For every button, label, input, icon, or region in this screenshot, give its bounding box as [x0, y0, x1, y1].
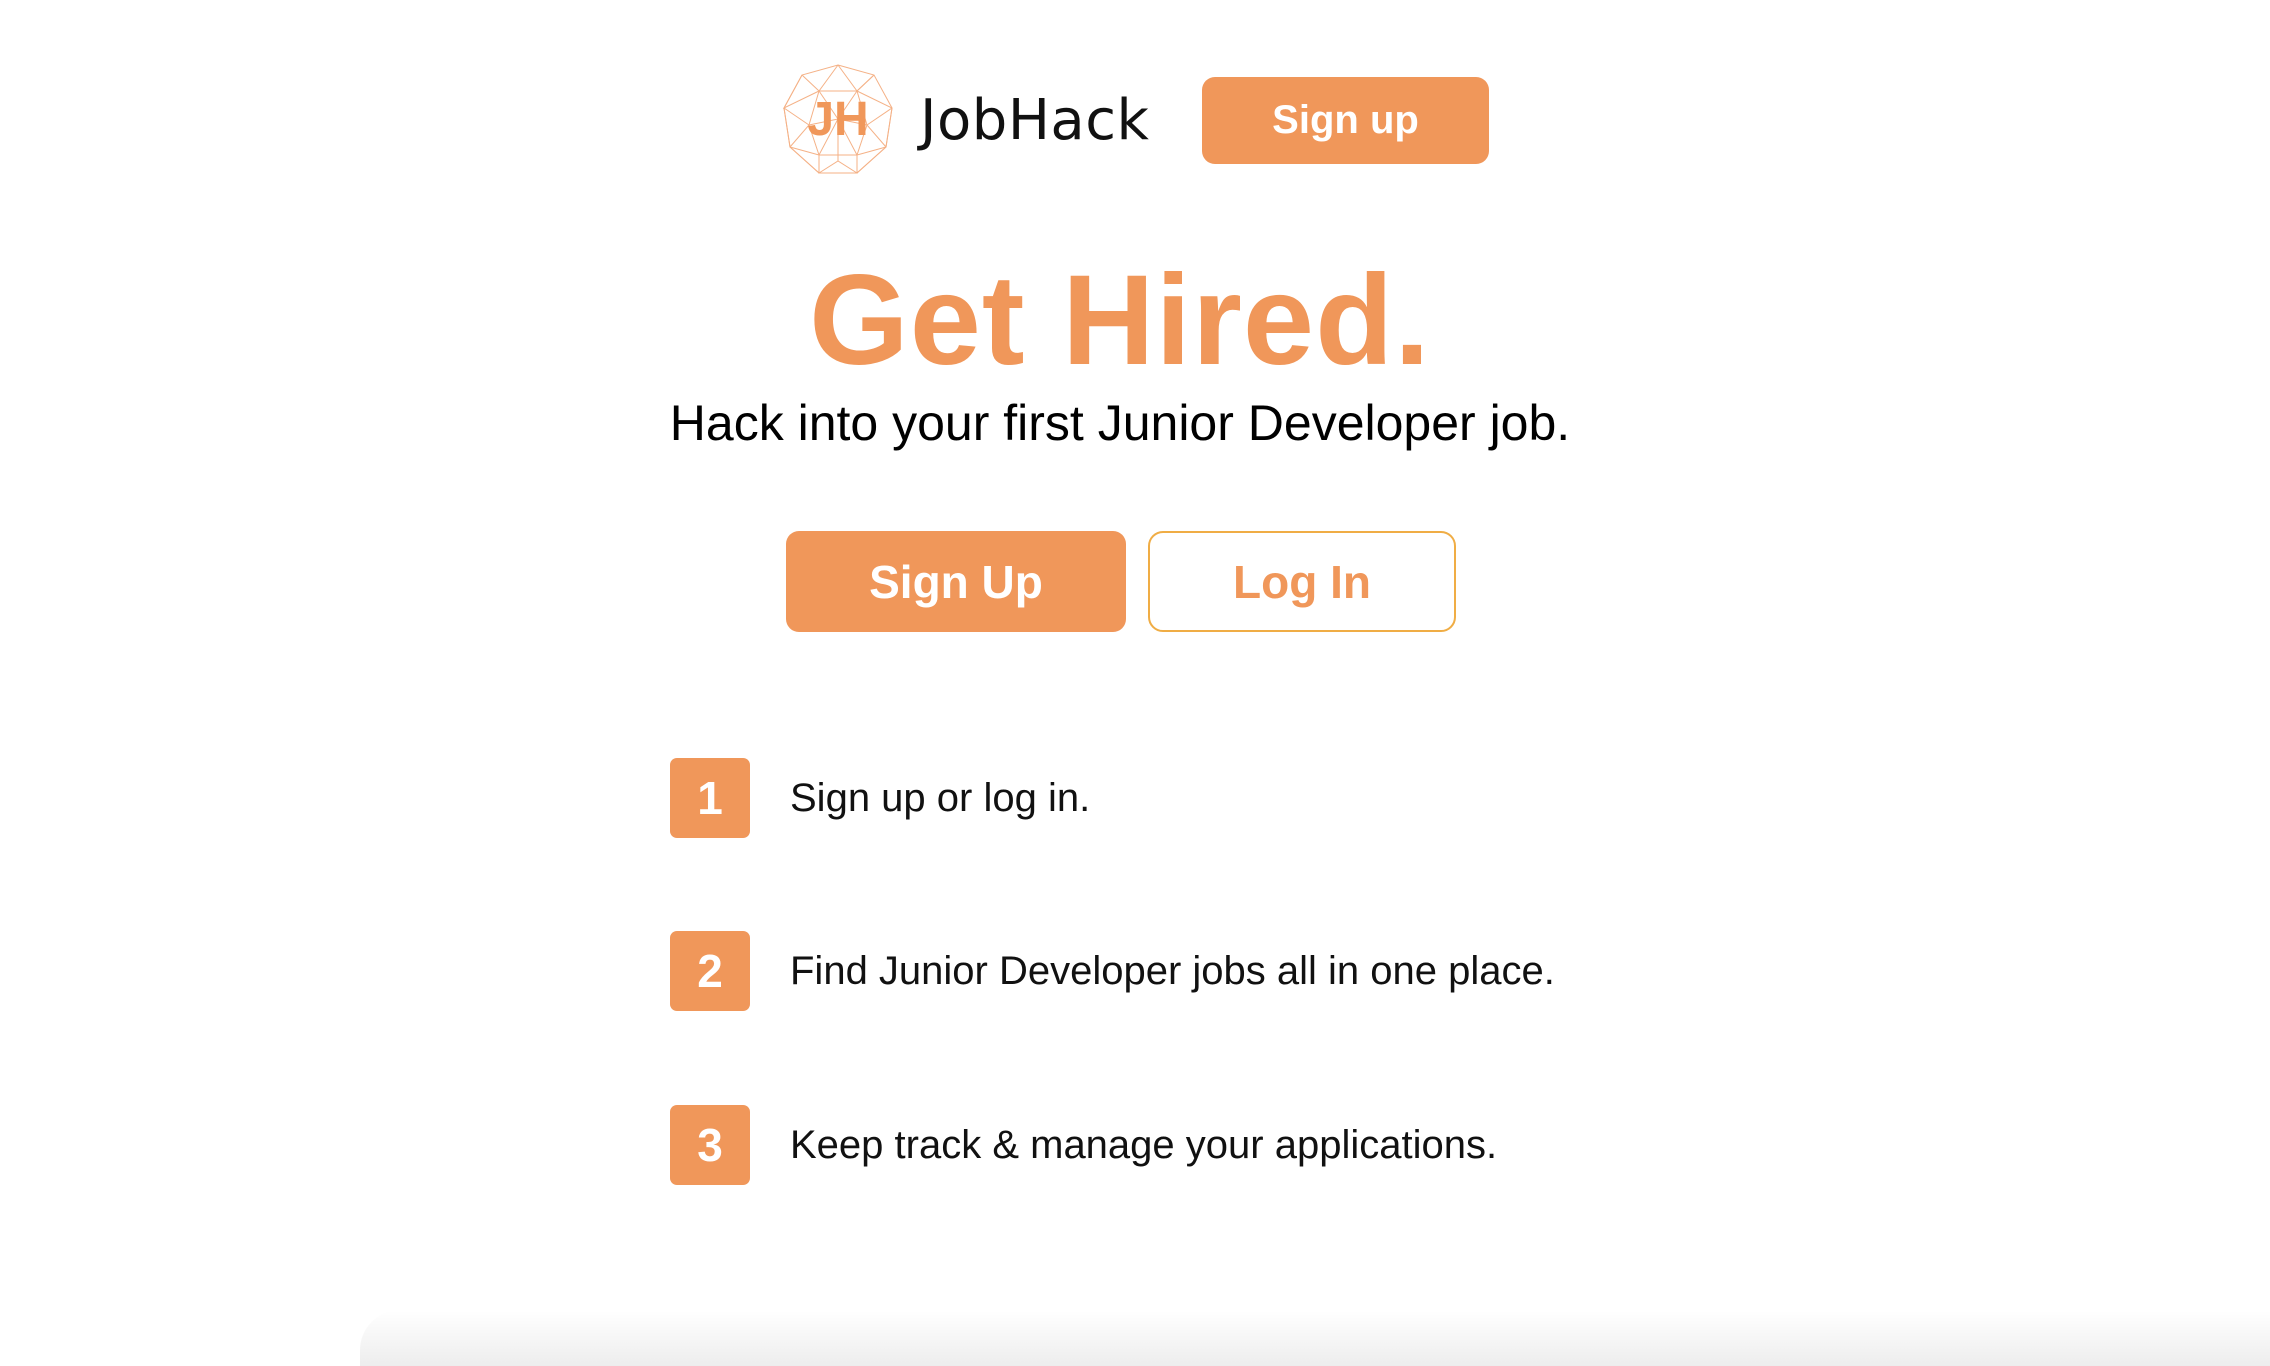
brand-name: JobHack [920, 87, 1150, 153]
step-number-badge: 1 [670, 758, 750, 838]
step-number-badge: 3 [670, 1105, 750, 1185]
step-item-3: 3 Keep track & manage your applications. [670, 1104, 1670, 1186]
step-number-badge: 2 [670, 931, 750, 1011]
header-signup-button[interactable]: Sign up [1202, 77, 1489, 164]
hero-subtitle: Hack into your first Junior Developer jo… [669, 395, 1571, 451]
hero-title: Get Hired. [809, 249, 1431, 392]
step-text: Find Junior Developer jobs all in one pl… [790, 948, 1555, 993]
brand-logo[interactable]: JH JobHack [779, 61, 1159, 179]
step-text: Keep track & manage your applications. [790, 1122, 1498, 1167]
geodesic-sphere-logo-icon: JH [782, 64, 893, 174]
step-text: Sign up or log in. [790, 775, 1091, 820]
step-item-1: 1 Sign up or log in. [670, 757, 1670, 839]
bottom-shadow-divider [360, 1310, 2270, 1366]
step-item-2: 2 Find Junior Developer jobs all in one … [670, 930, 1670, 1012]
signup-button[interactable]: Sign Up [786, 531, 1126, 632]
logo-letters: JH [807, 93, 868, 146]
top-header: JH JobHack Sign up [0, 0, 2270, 200]
login-button[interactable]: Log In [1148, 531, 1456, 632]
